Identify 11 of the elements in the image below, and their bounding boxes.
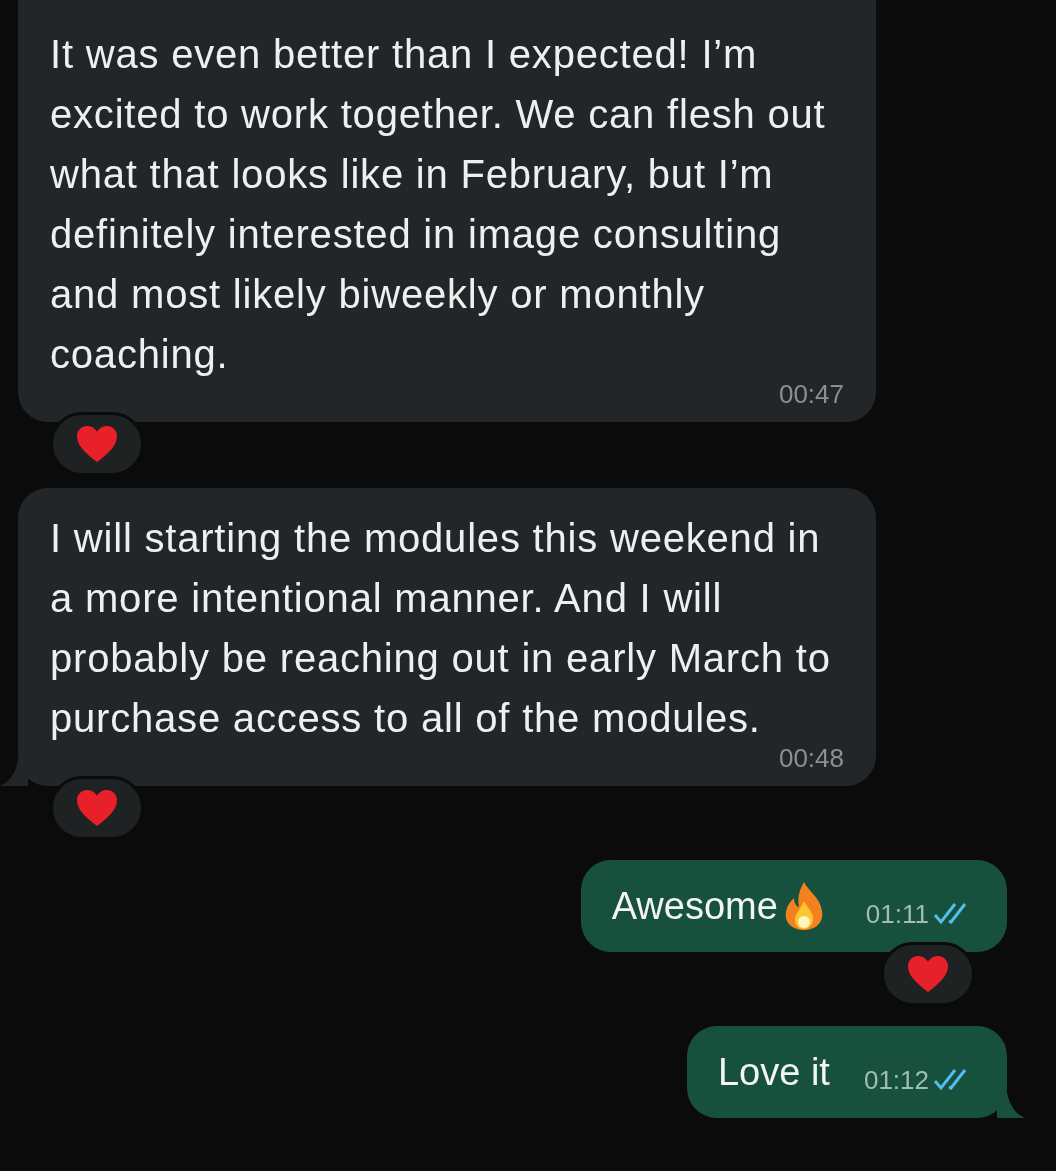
- message-time: 00:47: [778, 380, 844, 408]
- heart-icon: [907, 955, 949, 993]
- message-text: Love it: [717, 1050, 830, 1094]
- message-time: 01:11: [865, 898, 929, 930]
- heart-icon: [76, 425, 118, 463]
- message-text: Awesome: [611, 884, 778, 928]
- heart-icon: [76, 789, 118, 827]
- message-time: 01:12: [863, 1064, 929, 1096]
- message-text: It was even better than I expected! I’m excited to work together. We can flesh out what that looks like in February, but I’m definitely interested in image consulting and most likely biweekly or monthly coaching.: [50, 31, 827, 378]
- message-text: I will starting the modules this weekend in a more intentional manner. And I will probably be reaching out in early March to purchase access to all of the modules.: [50, 515, 832, 742]
- message-time: 00:48: [778, 744, 844, 772]
